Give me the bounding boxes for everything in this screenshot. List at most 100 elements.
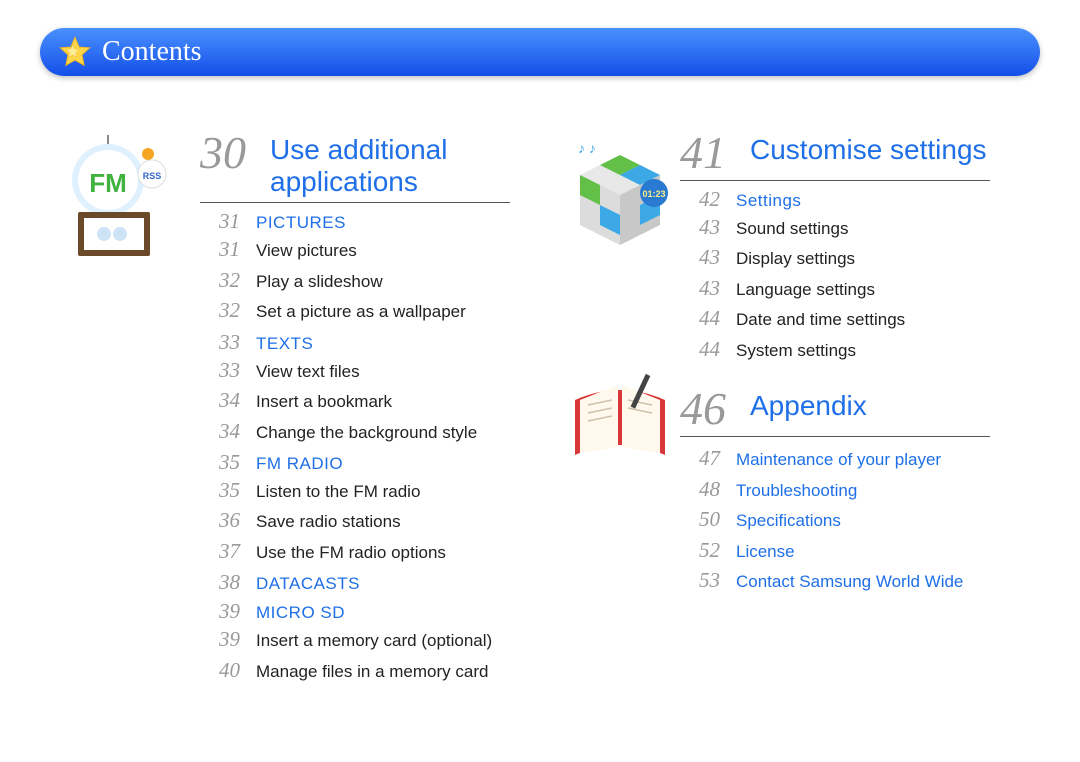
section-number: 41 [680,130,736,176]
item-number: 47 [680,443,720,473]
section-number: 30 [200,130,256,176]
item-number: 34 [200,385,240,415]
item-text: License [736,540,795,565]
item-number: 44 [680,334,720,364]
toc-item[interactable]: 37 Use the FM radio options [200,536,510,566]
svg-text:FM: FM [89,168,127,198]
subsection-number: 31 [200,209,240,234]
section-header[interactable]: 30 Use additional applications [200,130,510,203]
item-number: 40 [200,655,240,685]
column-left: FM RSS 30 Use additional applications 31… [60,130,540,742]
item-text: Insert a memory card (optional) [256,629,492,654]
item-text: Language settings [736,278,875,303]
content-area: FM RSS 30 Use additional applications 31… [60,130,1020,742]
column-right: ♪ ♪ 01:23 41 Customise settings 42Settings… [540,130,1020,742]
subsection-number: 35 [200,450,240,475]
toc-item[interactable]: 43 Sound settings [680,212,990,242]
subsection-number: 39 [200,599,240,624]
toc-item[interactable]: 48 Troubleshooting [680,474,990,504]
left-groups: 31 PICTURES 31 View pictures 32 Play a slides… [200,209,510,685]
item-text: Troubleshooting [736,479,857,504]
left-illustration-icon: FM RSS [60,130,200,260]
item-text: Set a picture as a wallpaper [256,300,466,325]
subsection-title: DATACASTS [256,574,360,594]
item-text: View text files [256,360,360,385]
section-header[interactable]: 46 Appendix [680,386,990,437]
item-text: Change the background style [256,421,477,446]
item-number: 53 [680,565,720,595]
item-text: Date and time settings [736,308,905,333]
toc-item[interactable]: 47 Maintenance of your player [680,443,990,473]
toc-item[interactable]: 32 Set a picture as a wallpaper [200,295,510,325]
toc-item[interactable]: 43 Display settings [680,242,990,272]
svg-text:RSS: RSS [143,171,162,181]
svg-text:♪ ♪: ♪ ♪ [578,145,596,156]
item-number: 43 [680,242,720,272]
item-text: Contact Samsung World Wide [736,570,963,595]
item-text: Specifications [736,509,841,534]
item-number: 43 [680,273,720,303]
toc-item[interactable]: 52 License [680,535,990,565]
toc-item[interactable]: 53 Contact Samsung World Wide [680,565,990,595]
subsection-header[interactable]: 42Settings [680,187,990,212]
subsection-number: 33 [200,330,240,355]
item-number: 32 [200,295,240,325]
cube-icon: ♪ ♪ 01:23 [560,145,680,255]
item-text: Use the FM radio options [256,541,446,566]
subsection-title: FM RADIO [256,454,343,474]
item-text: Maintenance of your player [736,448,941,473]
page-title: Contents [102,36,202,68]
item-number: 34 [200,416,240,446]
section-title: Appendix [750,386,867,422]
section-header[interactable]: 41 Customise settings [680,130,990,181]
subsection-header[interactable]: 39 MICRO SD [200,599,510,624]
header-bar: Contents [40,28,1040,76]
subsection-title: MICRO SD [256,603,345,623]
item-number: 31 [200,234,240,264]
item-number: 50 [680,504,720,534]
toc-item[interactable]: 32 Play a slideshow [200,265,510,295]
subsection-header[interactable]: 31 PICTURES [200,209,510,234]
item-text: Manage files in a memory card [256,660,488,685]
subsection-header[interactable]: 38 DATACASTS [200,570,510,595]
subsection-header[interactable]: 33 TEXTS [200,330,510,355]
item-text: Display settings [736,247,855,272]
subsection-header[interactable]: 35 FM RADIO [200,450,510,475]
item-number: 39 [200,624,240,654]
item-text: Play a slideshow [256,270,383,295]
toc-item[interactable]: 43 Language settings [680,273,990,303]
notebook-icon [560,365,680,475]
item-text: Listen to the FM radio [256,480,420,505]
toc-item[interactable]: 39 Insert a memory card (optional) [200,624,510,654]
item-text: System settings [736,339,856,364]
item-number: 35 [200,475,240,505]
item-text: Save radio stations [256,510,401,535]
item-number: 32 [200,265,240,295]
section-title: Customise settings [750,130,987,166]
item-number: 43 [680,212,720,242]
item-text: Insert a bookmark [256,390,392,415]
item-number: 52 [680,535,720,565]
star-icon [58,35,92,69]
subsection-title: PICTURES [256,213,346,233]
toc-item[interactable]: 44Date and time settings [680,303,990,333]
subsection-title: TEXTS [256,334,313,354]
section-number: 46 [680,386,736,432]
item-text: Sound settings [736,217,848,242]
toc-item[interactable]: 50 Specifications [680,504,990,534]
svg-text:01:23: 01:23 [642,189,665,199]
item-number: 48 [680,474,720,504]
toc-item[interactable]: 44 System settings [680,334,990,364]
toc-item[interactable]: 31 View pictures [200,234,510,264]
toc-item[interactable]: 40 Manage files in a memory card [200,655,510,685]
toc-item[interactable]: 33View text files [200,355,510,385]
item-number: 37 [200,536,240,566]
toc-item[interactable]: 36Save radio stations [200,505,510,535]
sub-list: 42Settings43Sound settings43Display sett… [680,187,990,364]
sub-list: 47 Maintenance of your player 48 Troublesho… [680,443,990,595]
toc-item[interactable]: 34 Change the background style [200,416,510,446]
toc-item[interactable]: 34 Insert a bookmark [200,385,510,415]
item-text: View pictures [256,239,357,264]
toc-item[interactable]: 35 Listen to the FM radio [200,475,510,505]
subsection-number: 38 [200,570,240,595]
